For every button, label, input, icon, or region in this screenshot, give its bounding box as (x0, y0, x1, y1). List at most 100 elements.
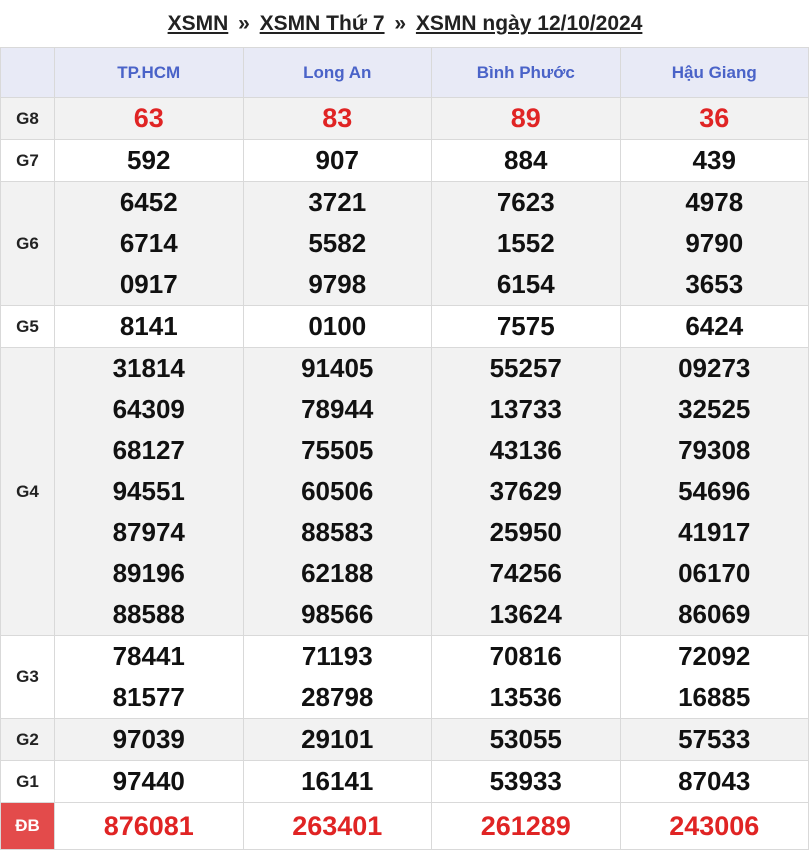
prize-number: 6714 (119, 228, 178, 258)
breadcrumb-separator: » (238, 12, 250, 35)
prize-cell: 83 (242, 97, 432, 140)
prize-number: 7623 (496, 187, 555, 217)
prize-number: 1552 (496, 228, 555, 258)
prize-cell: 31814 64309 68127 94551 87974 89196 88588 (54, 347, 244, 636)
prize-number: 70816 (489, 641, 562, 671)
prize-cell: 97440 (54, 760, 244, 803)
prize-number: 907 (315, 145, 359, 175)
prize-cell: 263401 (242, 802, 432, 850)
prize-number: 64309 (112, 394, 185, 424)
prize-number: 60506 (301, 476, 374, 506)
prize-number: 54696 (678, 476, 751, 506)
prize-number: 876081 (103, 811, 194, 841)
prize-number: 263401 (292, 811, 383, 841)
breadcrumb-link-xsmn-date[interactable]: XSMN ngày 12/10/2024 (416, 12, 642, 35)
prize-row-g1: G1 97440 16141 53933 87043 (0, 760, 809, 803)
prize-number: 71193 (301, 641, 373, 671)
results-table: TP.HCM Long An Bình Phước Hậu Giang G8 63… (0, 47, 809, 850)
prize-cell: 53933 (431, 760, 621, 803)
prize-number: 9790 (685, 228, 744, 258)
header-corner (0, 47, 55, 98)
breadcrumb-link-xsmn[interactable]: XSMN (168, 12, 229, 35)
prize-number: 78944 (301, 394, 374, 424)
prize-number: 89196 (112, 558, 185, 588)
prize-number: 16141 (301, 766, 374, 796)
prize-label: G1 (0, 760, 55, 803)
prize-cell: 53055 (431, 718, 621, 761)
prize-cell: 7575 (431, 305, 621, 348)
prize-row-g8: G8 63 83 89 36 (0, 97, 809, 140)
prize-cell: 439 (619, 139, 809, 182)
prize-cell: 09273 32525 79308 54696 41917 06170 86069 (619, 347, 809, 636)
prize-row-g2: G2 97039 29101 53055 57533 (0, 718, 809, 761)
prize-cell: 6452 6714 0917 (54, 181, 244, 306)
prize-cell: 16141 (242, 760, 432, 803)
prize-number: 09273 (678, 353, 751, 383)
prize-number: 97440 (112, 766, 185, 796)
prize-number: 592 (127, 145, 171, 175)
prize-number: 884 (504, 145, 548, 175)
prize-number: 439 (692, 145, 736, 175)
prize-cell: 7623 1552 6154 (431, 181, 621, 306)
prize-number: 86069 (678, 599, 751, 629)
prize-number: 81577 (112, 682, 185, 712)
prize-number: 28798 (301, 682, 374, 712)
prize-row-g6: G6 6452 6714 0917 3721 5582 9798 7623 1552 6154 49… (0, 181, 809, 306)
prize-number: 9798 (308, 269, 367, 299)
prize-number: 6154 (496, 269, 555, 299)
prize-cell: 0100 (242, 305, 432, 348)
prize-label: ĐB (0, 802, 55, 850)
prize-number: 6452 (119, 187, 178, 217)
prize-number: 97039 (112, 724, 185, 754)
prize-cell: 29101 (242, 718, 432, 761)
prize-cell: 71193 28798 (242, 635, 432, 719)
prize-number: 36 (699, 103, 730, 133)
prize-cell: 55257 13733 43136 37629 25950 74256 13624 (431, 347, 621, 636)
prize-number: 91405 (301, 353, 374, 383)
prize-label: G3 (0, 635, 55, 719)
province-header: Long An (242, 47, 432, 98)
prize-number: 83 (322, 103, 353, 133)
breadcrumb-separator: » (394, 12, 407, 35)
prize-cell: 592 (54, 139, 244, 182)
prize-number: 63 (133, 103, 164, 133)
prize-number: 53933 (489, 766, 562, 796)
province-header-row: TP.HCM Long An Bình Phước Hậu Giang (0, 47, 809, 98)
prize-cell: 243006 (619, 802, 809, 850)
prize-number: 88588 (112, 599, 185, 629)
province-header: Hậu Giang (619, 47, 809, 98)
prize-label: G2 (0, 718, 55, 761)
prize-number: 43136 (489, 435, 562, 465)
prize-cell: 97039 (54, 718, 244, 761)
prize-row-g7: G7 592 907 884 439 (0, 139, 809, 182)
prize-number: 32525 (678, 394, 751, 424)
breadcrumb-link-xsmn-thu7[interactable]: XSMN Thứ 7 (260, 12, 385, 35)
prize-cell: 8141 (54, 305, 244, 348)
prize-number: 0100 (308, 311, 367, 341)
province-header: TP.HCM (54, 47, 244, 98)
prize-number: 13733 (489, 394, 562, 424)
prize-number: 31814 (112, 353, 185, 383)
prize-number: 53055 (489, 724, 562, 754)
prize-number: 87974 (112, 517, 185, 547)
prize-cell: 91405 78944 75505 60506 88583 62188 98566 (242, 347, 432, 636)
prize-number: 75505 (301, 435, 374, 465)
prize-number: 29101 (301, 724, 374, 754)
prize-number: 6424 (685, 311, 744, 341)
prize-cell: 87043 (619, 760, 809, 803)
prize-row-đb: ĐB 876081 263401 261289 243006 (0, 802, 809, 850)
prize-cell: 89 (431, 97, 621, 140)
prize-number: 57533 (678, 724, 751, 754)
prize-cell: 63 (54, 97, 244, 140)
prize-label: G8 (0, 97, 55, 140)
prize-cell: 78441 81577 (54, 635, 244, 719)
prize-row-g4: G4 31814 64309 68127 94551 87974 89196 88588 914… (0, 347, 809, 636)
prize-cell: 876081 (54, 802, 244, 850)
prize-number: 98566 (301, 599, 374, 629)
prize-number: 261289 (480, 811, 571, 841)
prize-row-g5: G5 8141 0100 7575 6424 (0, 305, 809, 348)
prize-label: G6 (0, 181, 55, 306)
province-header: Bình Phước (431, 47, 621, 98)
prize-cell: 70816 13536 (431, 635, 621, 719)
prize-number: 94551 (112, 476, 185, 506)
